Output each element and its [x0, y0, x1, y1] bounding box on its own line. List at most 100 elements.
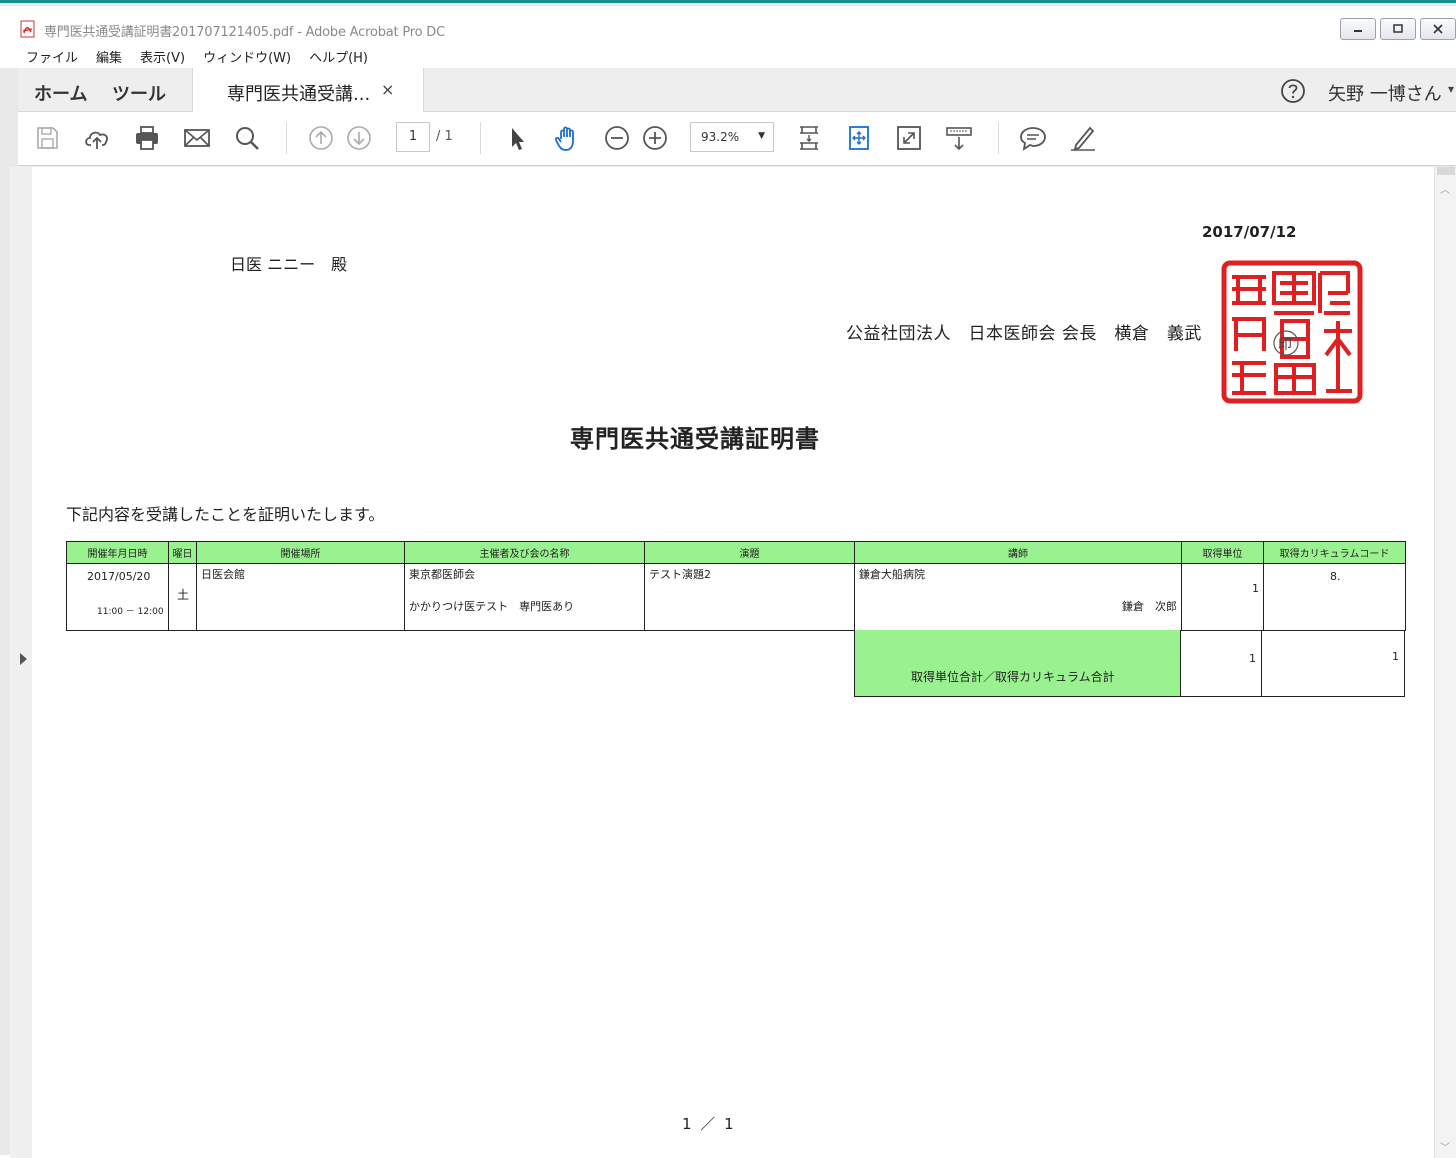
help-icon[interactable] [1280, 78, 1306, 104]
scroll-up-icon[interactable]: ︿ [1440, 181, 1450, 196]
zoom-out-icon[interactable] [602, 123, 632, 153]
cell-venue: 日医会館 [196, 563, 405, 631]
hand-tool-icon[interactable] [552, 123, 582, 153]
toolbar-separator [480, 122, 481, 154]
totals-units-cell: 1 [1180, 630, 1262, 697]
lecture-topic: テスト演題2 [649, 568, 711, 581]
window-controls [1340, 18, 1456, 40]
lecturer-name: 鎌倉 次郎 [1122, 600, 1177, 613]
lecture-date: 2017/05/20 [87, 570, 151, 583]
lecturer-affiliation: 鎌倉大船病院 [859, 568, 925, 581]
column-header-date: 開催年月日時 [66, 541, 169, 564]
menu-file[interactable]: ファイル [26, 47, 78, 66]
totals-label-cell: 取得単位合計／取得カリキュラム合計 [854, 630, 1181, 697]
tab-tools[interactable]: ツール [112, 80, 166, 106]
cell-weekday: 土 [168, 563, 197, 631]
toolbar: 1 / 1 93.2% ▼ [18, 112, 1456, 166]
column-header-topic: 演題 [644, 541, 855, 564]
table-row: 2017/05/20 11:00 － 12:00 土 日医会館 東京都医師会 か… [66, 563, 1406, 631]
pdf-file-icon [20, 20, 35, 38]
minimize-icon [1354, 30, 1362, 32]
issuer-name: 公益社団法人 日本医師会 会長 横倉 義武 [846, 324, 1202, 344]
pdf-page: 2017/07/12 日医 ニニー 殿 公益社団法人 日本医師会 会長 横倉 義… [32, 167, 1436, 1158]
column-header-organizer: 主催者及び会の名称 [404, 541, 645, 564]
column-header-units: 取得単位 [1181, 541, 1264, 564]
full-screen-icon[interactable] [894, 123, 924, 153]
maximize-button[interactable] [1380, 18, 1416, 40]
total-units-value: 1 [1249, 652, 1256, 665]
next-page-icon[interactable] [344, 123, 374, 153]
menu-help[interactable]: ヘルプ(H) [309, 47, 368, 66]
fit-page-icon[interactable] [794, 123, 824, 153]
window-title: 専門医共通受講証明書201707121405.pdf - Adobe Acrob… [44, 25, 445, 40]
search-icon[interactable] [232, 123, 262, 153]
close-window-button[interactable] [1420, 18, 1456, 40]
attendance-table: 開催年月日時 曜日 開催場所 主催者及び会の名称 演題 講師 取得単位 取得カリ… [66, 541, 1406, 631]
column-header-weekday: 曜日 [168, 541, 197, 564]
document-title: 専門医共通受講証明書 [570, 425, 820, 453]
issue-date: 2017/07/12 [1202, 223, 1297, 241]
title-bar: 専門医共通受講証明書201707121405.pdf - Adobe Acrob… [0, 6, 1456, 44]
column-header-lecturer: 講師 [854, 541, 1182, 564]
tab-close-button[interactable]: × [381, 80, 394, 99]
toolbar-separator [998, 122, 999, 154]
cell-date: 2017/05/20 11:00 － 12:00 [66, 563, 169, 631]
lecture-time: 11:00 － 12:00 [97, 607, 164, 617]
email-icon[interactable] [182, 123, 212, 153]
scrollbar-thumb[interactable] [1437, 167, 1455, 175]
expand-panel-icon[interactable] [20, 653, 27, 665]
menu-window[interactable]: ウィンドウ(W) [203, 47, 291, 66]
acrobat-window: 専門医共通受講証明書201707121405.pdf - Adobe Acrob… [0, 0, 1456, 1158]
meeting-name: かかりつけ医テスト 専門医あり [409, 600, 575, 613]
curriculum-code-value: 8. [1330, 570, 1341, 583]
lecture-weekday: 土 [177, 588, 190, 602]
highlight-pen-icon[interactable] [1068, 123, 1098, 153]
read-mode-icon[interactable] [944, 123, 974, 153]
cell-topic: テスト演題2 [644, 563, 855, 631]
document-viewer: 2017/07/12 日医 ニニー 殿 公益社団法人 日本医師会 会長 横倉 義… [10, 167, 1456, 1158]
minimize-button[interactable] [1340, 18, 1376, 40]
totals-curriculum-cell: 1 [1261, 630, 1405, 697]
menu-bar: ファイル 編集 表示(V) ウィンドウ(W) ヘルプ(H) [0, 44, 1456, 68]
vertical-scrollbar[interactable]: ︿ ﹀ [1434, 167, 1456, 1158]
zoom-level-value: 93.2% [701, 130, 740, 144]
total-curriculum-value: 1 [1392, 650, 1399, 663]
close-icon [1433, 24, 1443, 34]
recipient-name: 日医 ニニー 殿 [230, 255, 348, 274]
seal-mark-label: 印 [1278, 337, 1292, 353]
menu-edit[interactable]: 編集 [96, 47, 122, 66]
totals-label: 取得単位合計／取得カリキュラム合計 [911, 670, 1115, 684]
page-total: / 1 [436, 129, 453, 144]
units-value: 1 [1252, 582, 1259, 595]
organizer-name: 東京都医師会 [409, 568, 475, 581]
page-number-input[interactable]: 1 [396, 122, 430, 152]
user-name[interactable]: 矢野 一博さん [1328, 80, 1442, 106]
scroll-down-icon[interactable]: ﹀ [1440, 1139, 1450, 1154]
save-icon[interactable] [32, 123, 62, 153]
restore-icon [1393, 24, 1403, 33]
select-cursor-icon[interactable] [502, 123, 532, 153]
left-panel-gutter [10, 167, 30, 1158]
chevron-down-icon[interactable]: ▾ [1448, 82, 1454, 96]
cell-units: 1 [1181, 563, 1264, 631]
tab-document-label: 専門医共通受講... [227, 84, 371, 105]
menu-view[interactable]: 表示(V) [140, 47, 185, 66]
print-icon[interactable] [132, 123, 162, 153]
previous-page-icon[interactable] [306, 123, 336, 153]
tab-home[interactable]: ホーム [34, 80, 87, 106]
zoom-level-select[interactable]: 93.2% ▼ [690, 122, 774, 152]
cloud-upload-icon[interactable] [82, 123, 112, 153]
rotate-view-icon[interactable] [844, 123, 874, 153]
cell-organizer: 東京都医師会 かかりつけ医テスト 専門医あり [404, 563, 645, 631]
comment-icon[interactable] [1018, 123, 1048, 153]
page-number-footer: 1 ／ 1 [682, 1115, 736, 1133]
zoom-in-icon[interactable] [640, 123, 670, 153]
official-seal-stamp: 印 [1221, 260, 1363, 404]
lecture-venue: 日医会館 [201, 568, 245, 581]
table-header-row: 開催年月日時 曜日 開催場所 主催者及び会の名称 演題 講師 取得単位 取得カリ… [66, 541, 1406, 564]
certification-statement: 下記内容を受講したことを証明いたします。 [66, 505, 385, 524]
tab-document[interactable]: 専門医共通受講... × [192, 68, 424, 112]
cell-curriculum-code: 8. [1263, 563, 1406, 631]
totals-row: 取得単位合計／取得カリキュラム合計 1 1 [854, 630, 1405, 697]
chevron-down-icon: ▼ [758, 131, 765, 141]
